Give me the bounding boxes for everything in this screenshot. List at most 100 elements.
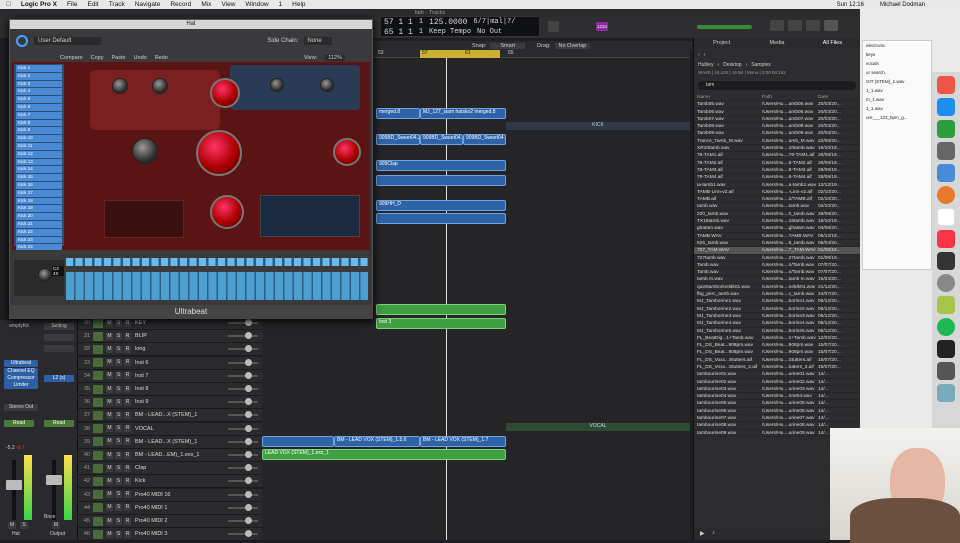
track-volume-slider[interactable] bbox=[228, 437, 258, 445]
bounce-label[interactable]: Bnce bbox=[44, 514, 55, 520]
breadcrumb-item[interactable]: Hubley bbox=[698, 62, 714, 70]
file-row[interactable]: Tamb09.wav/Users/Hu....amb09.wav 20/03/20… bbox=[694, 130, 860, 138]
track-volume-slider[interactable] bbox=[228, 332, 258, 340]
envelope-knob[interactable] bbox=[210, 195, 244, 229]
region[interactable]: merged.8 bbox=[376, 108, 420, 119]
apple-icon[interactable]:  bbox=[6, 1, 11, 8]
output-mute-button[interactable]: M bbox=[52, 522, 60, 529]
redo-button[interactable]: Redo bbox=[155, 55, 168, 61]
track-header[interactable]: 40 MSR BM - LEAD...EM)_1.exs_1 bbox=[78, 449, 262, 462]
setting-button[interactable]: Setting bbox=[44, 323, 74, 330]
app-icon-photos[interactable] bbox=[937, 76, 955, 94]
region[interactable] bbox=[376, 304, 506, 315]
record-button[interactable]: R bbox=[124, 345, 131, 353]
track-name[interactable]: Inst 8 bbox=[135, 386, 228, 392]
tuner-button[interactable] bbox=[548, 21, 559, 32]
solo-button[interactable]: S bbox=[115, 411, 122, 419]
drum-voice[interactable]: Kick 5 bbox=[16, 96, 62, 103]
finder-item[interactable]: GIT (STEM)_1.wav bbox=[863, 77, 931, 86]
record-button[interactable]: R bbox=[124, 385, 131, 393]
marker-vocal[interactable]: VOCAL bbox=[506, 423, 690, 431]
solo-button[interactable]: S bbox=[20, 522, 28, 529]
tab-all-files[interactable]: All Files bbox=[805, 38, 860, 48]
finder-item[interactable]: vocals bbox=[863, 59, 931, 68]
track-header[interactable]: 45 MSR Pro40 MIDI 2 bbox=[78, 515, 262, 528]
file-row[interactable]: 78-TAM2.aif/Users/Hu....8-TAM2.aif 28/09/… bbox=[694, 160, 860, 167]
region[interactable] bbox=[376, 175, 506, 186]
filter-cutoff-knob[interactable] bbox=[210, 78, 240, 108]
track-volume-slider[interactable] bbox=[228, 424, 258, 432]
menu-mix[interactable]: Mix bbox=[201, 1, 211, 8]
file-row[interactable]: MJ_Tamborine3.wav/Users/Hu....borine3.wa… bbox=[694, 313, 860, 321]
drum-voice[interactable]: Kick 13 bbox=[16, 158, 62, 166]
menu-help[interactable]: Help bbox=[292, 1, 305, 8]
record-button[interactable]: R bbox=[124, 477, 131, 485]
swing-knob[interactable] bbox=[38, 268, 52, 282]
solo-button[interactable]: S bbox=[115, 398, 122, 406]
record-button[interactable]: R bbox=[124, 411, 131, 419]
lcd-display[interactable]: 57 1 1 1 125.0000 6/7|mal|7/ 65 1 1 1 Ke… bbox=[380, 16, 540, 37]
track-name[interactable]: Pro40 MIDI 16 bbox=[135, 492, 228, 498]
app-icon-preview[interactable] bbox=[937, 164, 955, 182]
col-name[interactable]: Name bbox=[694, 94, 762, 100]
menu-window[interactable]: Window bbox=[245, 1, 268, 8]
osc-mod-knob[interactable] bbox=[152, 78, 168, 94]
track-volume-slider[interactable] bbox=[228, 477, 258, 485]
file-row[interactable]: 626_tamb.wav/Users/Hu....6_tamb.wav 06/04… bbox=[694, 240, 860, 248]
volume-icon[interactable]: ♪ bbox=[712, 530, 715, 536]
solo-button[interactable]: S bbox=[115, 372, 122, 380]
solo-button[interactable]: S bbox=[115, 438, 122, 446]
finder-item[interactable]: 1_1.wav bbox=[863, 86, 931, 95]
mute-button[interactable]: M bbox=[106, 332, 113, 340]
app-icon-numbers[interactable] bbox=[937, 120, 955, 138]
plugin-slot-channel-eq[interactable]: Channel EQ bbox=[4, 368, 38, 375]
app-menu[interactable]: Logic Pro X bbox=[21, 1, 57, 8]
track-name[interactable]: Clap bbox=[135, 465, 228, 471]
oscillator-knob[interactable] bbox=[132, 138, 158, 164]
record-button[interactable]: R bbox=[124, 319, 131, 327]
filter-resonance-knob[interactable] bbox=[196, 130, 242, 176]
plugin-slot-compressor[interactable]: Compressor bbox=[4, 375, 38, 382]
step-trigger-row[interactable] bbox=[66, 258, 368, 266]
drum-voice[interactable]: Kick 20 bbox=[16, 213, 62, 220]
track-name[interactable]: BM - LEAD...EM)_1.exs_1 bbox=[135, 452, 228, 458]
mute-button[interactable]: M bbox=[106, 425, 113, 433]
output-slot[interactable]: Stereo Out bbox=[4, 404, 38, 411]
record-button[interactable]: R bbox=[124, 425, 131, 433]
record-button[interactable]: R bbox=[124, 438, 131, 446]
file-row[interactable]: tambourine03.wav/Users/Hu....urine03.wav… bbox=[694, 386, 860, 394]
browser-button[interactable] bbox=[806, 20, 820, 31]
solo-button[interactable]: S bbox=[115, 332, 122, 340]
mute-button[interactable]: M bbox=[106, 398, 113, 406]
lfo-ramp-knob[interactable] bbox=[320, 78, 334, 92]
mute-button[interactable]: M bbox=[106, 319, 113, 327]
solo-button[interactable]: S bbox=[115, 319, 122, 327]
drag-select[interactable]: No Overlap bbox=[554, 42, 591, 49]
region[interactable]: 909BD_Sweet04.21 bbox=[376, 134, 420, 145]
record-button[interactable]: R bbox=[124, 398, 131, 406]
file-row[interactable]: tambourine01.wav/Users/Hu....urine01.wav… bbox=[694, 371, 860, 379]
solo-button[interactable]: S bbox=[115, 477, 122, 485]
track-volume-slider[interactable] bbox=[228, 503, 258, 511]
mute-button[interactable]: M bbox=[106, 517, 113, 525]
drum-voice[interactable]: Kick 10 bbox=[16, 135, 62, 142]
output-fader[interactable] bbox=[46, 475, 62, 485]
track-header[interactable]: 41 MSR Clap bbox=[78, 462, 262, 476]
menu-record[interactable]: Record bbox=[170, 1, 191, 8]
track-volume-slider[interactable] bbox=[228, 319, 258, 326]
app-icon-appstore[interactable] bbox=[937, 98, 955, 116]
app-icon-settings[interactable] bbox=[937, 274, 955, 292]
track-header[interactable]: 33 MSR Inst 6 bbox=[78, 356, 262, 370]
record-button[interactable]: R bbox=[124, 359, 131, 367]
record-button[interactable]: R bbox=[124, 530, 131, 538]
region[interactable] bbox=[262, 436, 334, 447]
lfo-rate-knob[interactable] bbox=[270, 78, 284, 92]
file-row[interactable]: Trance_Tamb_M.wav/Users/Hu....amb_M.wav 2… bbox=[694, 138, 860, 146]
track-name[interactable]: VOCAL bbox=[135, 426, 228, 432]
drum-voice[interactable]: Kick 19 bbox=[16, 205, 62, 213]
track-name[interactable]: Pro40 MIDI 1 bbox=[135, 505, 228, 511]
file-row[interactable]: 707_TAM.WAV/Users/Hu....7_TAM.WAV 01/08/1… bbox=[694, 247, 860, 255]
file-row[interactable]: 78-TAM1.aif/Users/Hu....78-TAM1.aif 28/09… bbox=[694, 152, 860, 160]
menu-track[interactable]: Track bbox=[109, 1, 125, 8]
region[interactable]: 909BD_Sweet04.22 bbox=[420, 134, 463, 145]
